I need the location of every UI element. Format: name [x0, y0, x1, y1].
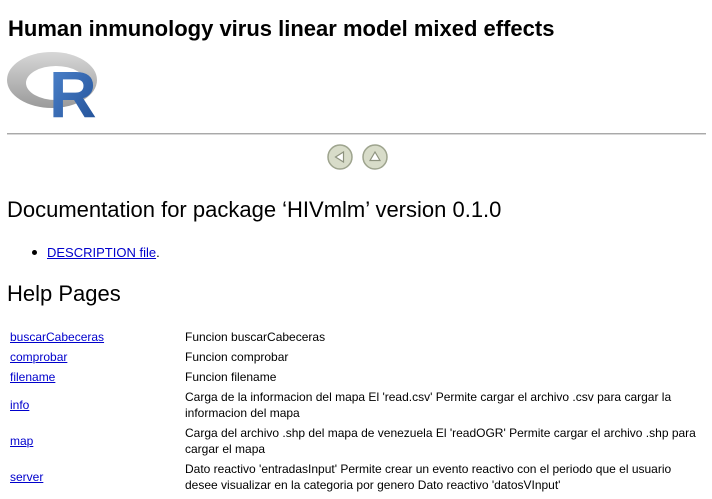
table-row: buscarCabeceras Funcion buscarCabeceras: [10, 329, 710, 345]
left-arrow-icon: [327, 144, 353, 170]
table-row: comprobar Funcion comprobar: [10, 349, 710, 365]
r-logo: R: [7, 52, 97, 119]
help-description: Funcion comprobar: [185, 350, 289, 364]
help-link-comprobar[interactable]: comprobar: [10, 350, 67, 364]
bullet-icon: [32, 250, 37, 255]
help-description: Funcion filename: [185, 370, 277, 384]
list-item: DESCRIPTION file.: [8, 244, 160, 261]
description-file-link[interactable]: DESCRIPTION file: [47, 245, 156, 260]
documentation-links: DESCRIPTION file.: [8, 244, 160, 261]
help-pages-table: buscarCabeceras Funcion buscarCabeceras …: [10, 329, 710, 497]
help-link-map[interactable]: map: [10, 434, 33, 448]
nav-back-button[interactable]: [327, 144, 353, 170]
help-description: Carga de la informacion del mapa El 'rea…: [185, 390, 672, 420]
page-title: Human inmunology virus linear model mixe…: [8, 16, 555, 41]
documentation-heading: Documentation for package ‘HIVmlm’ versi…: [7, 197, 502, 222]
r-logo-letter: R: [49, 57, 97, 119]
table-row: server Dato reactivo 'entradasInput' Per…: [10, 461, 710, 493]
help-description: Funcion buscarCabeceras: [185, 330, 326, 344]
section-divider: [7, 133, 706, 135]
table-row: filename Funcion filename: [10, 369, 710, 385]
link-suffix: .: [156, 245, 160, 260]
help-link-server[interactable]: server: [10, 470, 43, 484]
nav-up-button[interactable]: [362, 144, 388, 170]
table-row: map Carga del archivo .shp del mapa de v…: [10, 425, 710, 457]
table-row: info Carga de la informacion del mapa El…: [10, 389, 710, 421]
up-arrow-icon: [362, 144, 388, 170]
help-description: Carga del archivo .shp del mapa de venez…: [185, 426, 696, 456]
help-pages-heading: Help Pages: [7, 281, 121, 306]
help-link-buscarcabeceras[interactable]: buscarCabeceras: [10, 330, 104, 344]
help-description: Dato reactivo 'entradasInput' Permite cr…: [185, 462, 672, 492]
help-link-filename[interactable]: filename: [10, 370, 55, 384]
help-link-info[interactable]: info: [10, 398, 29, 412]
